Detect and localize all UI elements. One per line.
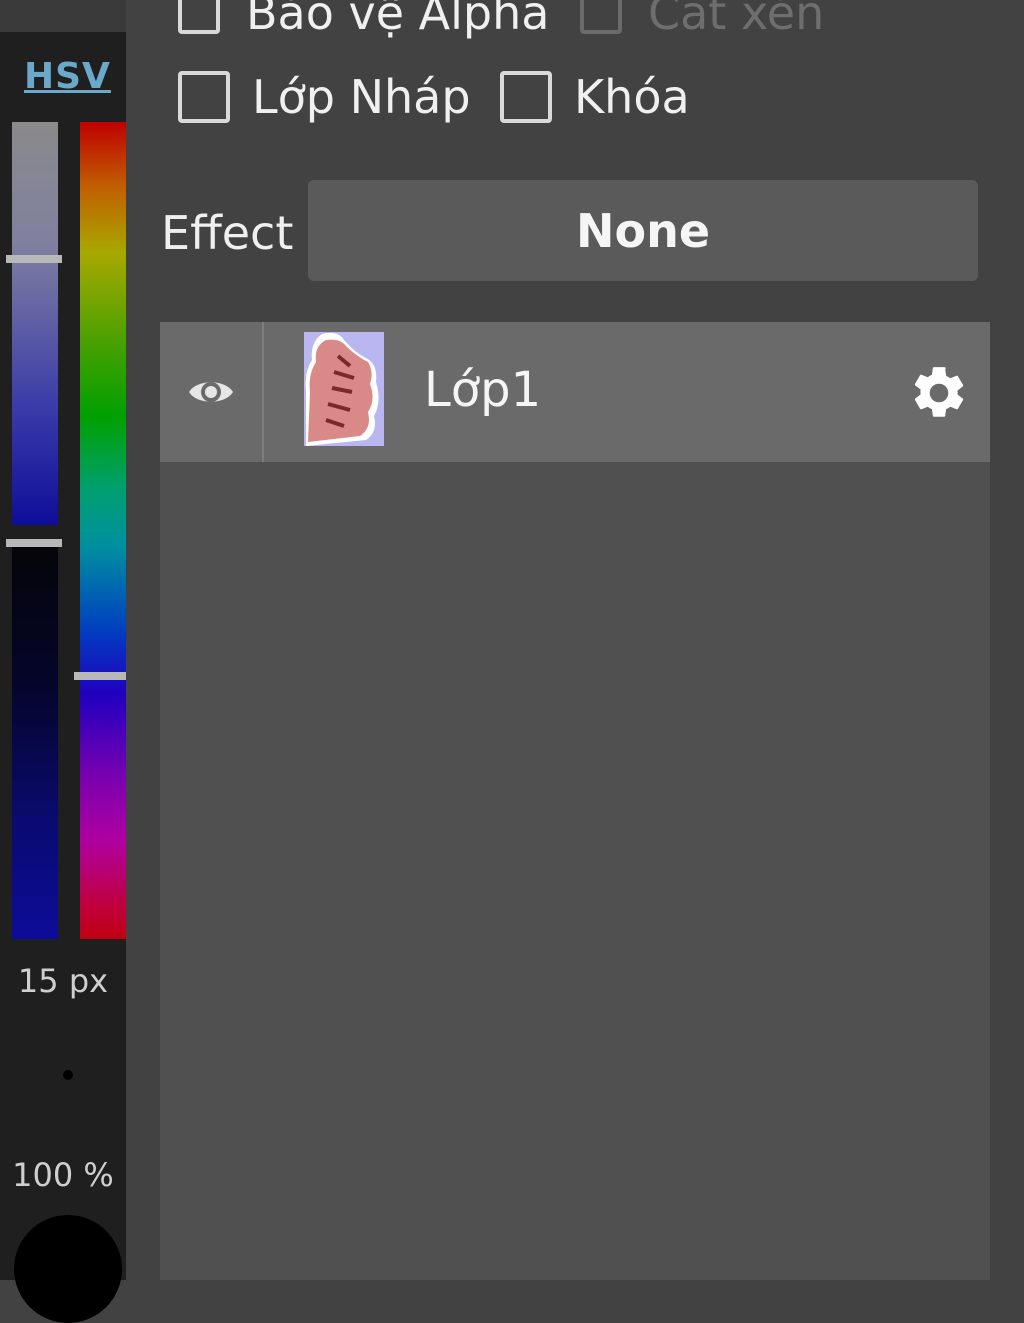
lock-label: Khóa xyxy=(574,70,690,124)
effect-label: Effect xyxy=(161,206,294,260)
layer-list: Lớp1 xyxy=(160,322,990,1280)
color-panel: HSV 15 px 100 % xyxy=(0,0,126,1323)
row-divider xyxy=(262,322,264,462)
eye-icon xyxy=(189,382,233,402)
draft-layer-checkbox[interactable] xyxy=(178,71,230,123)
layer-row[interactable]: Lớp1 xyxy=(160,322,990,462)
layer-thumbnail xyxy=(304,332,384,446)
gear-icon xyxy=(914,367,964,417)
panel-header xyxy=(0,0,126,32)
layer-visibility-toggle[interactable] xyxy=(160,322,262,462)
value-slider-handle[interactable] xyxy=(6,539,62,547)
hue-slider-handle[interactable] xyxy=(74,672,126,680)
current-color-swatch[interactable] xyxy=(14,1215,122,1323)
brush-size-label[interactable]: 15 px xyxy=(0,962,126,1000)
clipping-checkbox[interactable] xyxy=(580,0,622,34)
color-mode-link[interactable]: HSV xyxy=(24,56,111,97)
clipping-option[interactable]: Cắt xén xyxy=(580,0,824,40)
draft-layer-label: Lớp Nháp xyxy=(252,70,471,124)
saturation-slider-handle[interactable] xyxy=(6,255,62,263)
layer-name: Lớp1 xyxy=(424,362,542,418)
lock-option[interactable]: Khóa xyxy=(500,70,690,124)
clipping-label: Cắt xén xyxy=(648,0,825,40)
saturation-slider[interactable] xyxy=(12,122,58,525)
value-slider[interactable] xyxy=(12,543,58,939)
effect-select-button[interactable]: None xyxy=(308,180,978,281)
lock-checkbox[interactable] xyxy=(500,71,552,123)
opacity-label[interactable]: 100 % xyxy=(0,1156,126,1194)
hue-slider[interactable] xyxy=(80,122,126,939)
draft-layer-option[interactable]: Lớp Nháp xyxy=(178,70,471,124)
protect-alpha-label: Bảo vệ Alpha xyxy=(246,0,550,40)
protect-alpha-checkbox[interactable] xyxy=(178,0,220,34)
brush-preview xyxy=(63,1070,73,1080)
protect-alpha-option[interactable]: Bảo vệ Alpha xyxy=(178,0,549,40)
layer-settings-button[interactable] xyxy=(908,362,970,424)
